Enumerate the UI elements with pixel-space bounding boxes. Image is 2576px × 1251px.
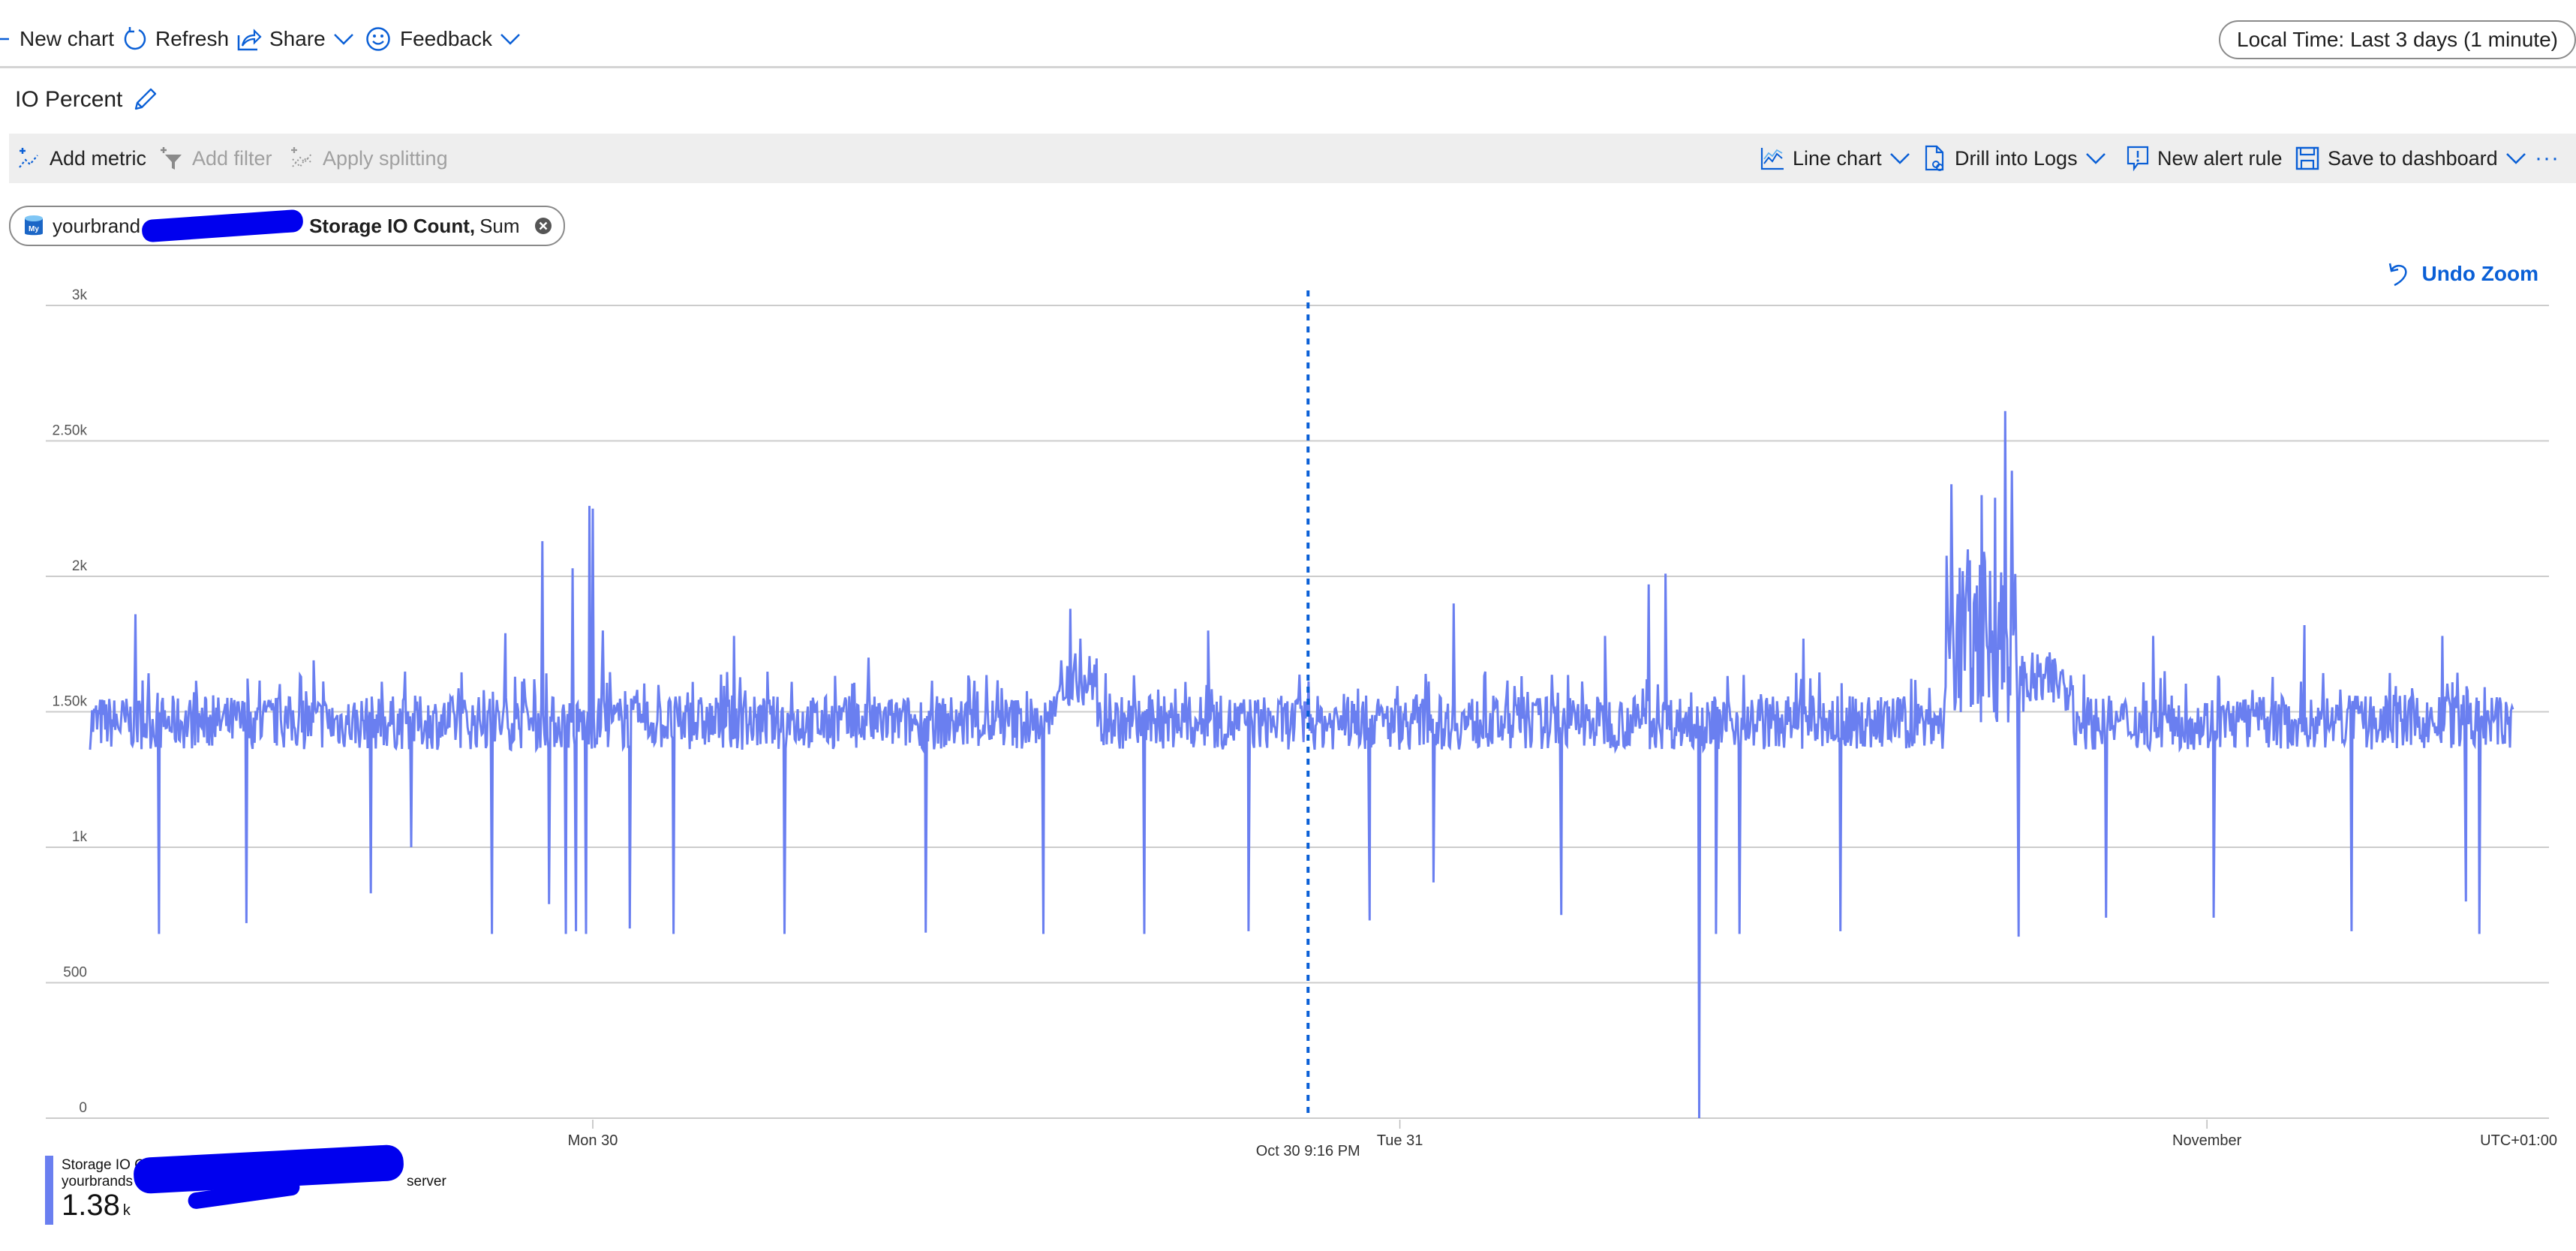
y-tick-label: 2.50k bbox=[53, 423, 88, 439]
more-options-icon: ··· bbox=[2535, 146, 2559, 170]
share-icon bbox=[237, 29, 262, 51]
more-options-button[interactable]: ··· bbox=[2535, 134, 2559, 183]
legend-color-swatch bbox=[45, 1156, 53, 1225]
add-metric-button[interactable]: Add metric bbox=[17, 134, 146, 183]
new-alert-rule-button[interactable]: New alert rule bbox=[2126, 134, 2283, 183]
new-chart-label: New chart bbox=[20, 27, 115, 50]
chart-title: IO Percent bbox=[15, 83, 158, 117]
line-chart-label: Line chart bbox=[1793, 146, 1882, 170]
command-bar: New chart Refresh Share Feedback Local T… bbox=[0, 0, 2576, 68]
legend-value-unit: k bbox=[122, 1202, 131, 1219]
drill-into-logs-label: Drill into Logs bbox=[1955, 146, 2078, 170]
apply-splitting-button[interactable]: Apply splitting bbox=[290, 134, 448, 183]
add-metric-icon bbox=[19, 148, 38, 168]
chevron-down-icon bbox=[2085, 153, 2106, 164]
mysql-database-icon: My bbox=[25, 215, 43, 236]
chevron-down-icon bbox=[500, 34, 520, 45]
y-tick-label: 1k bbox=[72, 829, 88, 845]
plus-icon bbox=[0, 38, 9, 41]
metric-pill[interactable]: My yourbrand Storage IO Count, Sum bbox=[9, 206, 565, 246]
line-chart-icon bbox=[1760, 148, 1784, 170]
feedback-button[interactable]: Feedback bbox=[365, 23, 521, 56]
save-to-dashboard-label: Save to dashboard bbox=[2328, 146, 2498, 170]
svg-text:My: My bbox=[29, 225, 39, 233]
redaction-mark bbox=[141, 209, 304, 243]
timezone-label: UTC+01:00 bbox=[2480, 1132, 2557, 1149]
add-filter-icon bbox=[161, 147, 182, 170]
y-tick-label: 500 bbox=[63, 965, 87, 981]
chevron-down-icon bbox=[1889, 153, 1910, 164]
refresh-icon bbox=[124, 27, 146, 50]
share-button[interactable]: Share bbox=[236, 23, 354, 56]
apply-splitting-label: Apply splitting bbox=[323, 146, 448, 170]
cursor-time-label: Oct 30 9:16 PM bbox=[1256, 1143, 1360, 1156]
line-chart[interactable]: 0 500 1k 1.50k 2k 2.50k 3k Mon 30 Tue 31 Novembe… bbox=[0, 270, 2576, 1156]
legend-resource: yourbrands server bbox=[62, 1174, 446, 1190]
line-chart-button[interactable]: Line chart bbox=[1760, 134, 1910, 183]
legend-value-number: 1.38 bbox=[62, 1189, 120, 1222]
y-tick-label: 3k bbox=[72, 287, 88, 303]
new-chart-button[interactable]: New chart bbox=[0, 23, 114, 56]
chevron-down-icon bbox=[333, 34, 353, 45]
edit-pencil-icon[interactable] bbox=[131, 86, 158, 113]
add-metric-label: Add metric bbox=[50, 146, 147, 170]
new-alert-rule-label: New alert rule bbox=[2157, 146, 2283, 170]
x-tick-label: Mon 30 bbox=[568, 1132, 618, 1149]
legend-value: 1.38 k bbox=[62, 1189, 131, 1222]
legend-resource-prefix: yourbrands bbox=[62, 1174, 134, 1189]
refresh-label: Refresh bbox=[155, 27, 230, 50]
smiley-icon bbox=[366, 27, 390, 51]
feedback-label: Feedback bbox=[400, 27, 492, 50]
add-filter-button[interactable]: Add filter bbox=[159, 134, 272, 183]
x-tick-label: Tue 31 bbox=[1377, 1132, 1423, 1149]
x-tick-label: November bbox=[2172, 1132, 2242, 1149]
apply-splitting-icon bbox=[291, 147, 313, 168]
y-tick-label: 2k bbox=[72, 558, 88, 574]
refresh-button[interactable]: Refresh bbox=[122, 23, 229, 56]
metric-resource-name: yourbrand bbox=[53, 214, 141, 237]
chevron-down-icon bbox=[2505, 153, 2526, 164]
share-label: Share bbox=[269, 27, 326, 50]
metric-toolbar: Add metric Add filter Apply splitting Li… bbox=[9, 134, 2576, 183]
time-range-picker[interactable]: Local Time: Last 3 days (1 minute) bbox=[2219, 20, 2576, 59]
add-filter-label: Add filter bbox=[192, 146, 272, 170]
series-line-storage-io-count bbox=[89, 410, 2514, 1119]
alert-icon bbox=[2127, 146, 2149, 172]
time-range-label: Local Time: Last 3 days (1 minute) bbox=[2237, 28, 2558, 51]
drill-into-logs-button[interactable]: Drill into Logs bbox=[1923, 134, 2106, 183]
save-to-dashboard-button[interactable]: Save to dashboard bbox=[2295, 134, 2526, 183]
chart-title-text: IO Percent bbox=[15, 87, 123, 112]
save-disk-icon bbox=[2295, 146, 2319, 170]
y-tick-label: 0 bbox=[79, 1100, 87, 1116]
legend-resource-suffix: server bbox=[407, 1174, 446, 1189]
remove-metric-icon[interactable] bbox=[534, 216, 553, 236]
y-tick-label: 1.50k bbox=[53, 694, 88, 710]
metric-aggregation: Sum bbox=[479, 214, 520, 237]
metric-name: Storage IO Count, bbox=[309, 214, 476, 237]
logs-document-icon bbox=[1925, 145, 1944, 171]
